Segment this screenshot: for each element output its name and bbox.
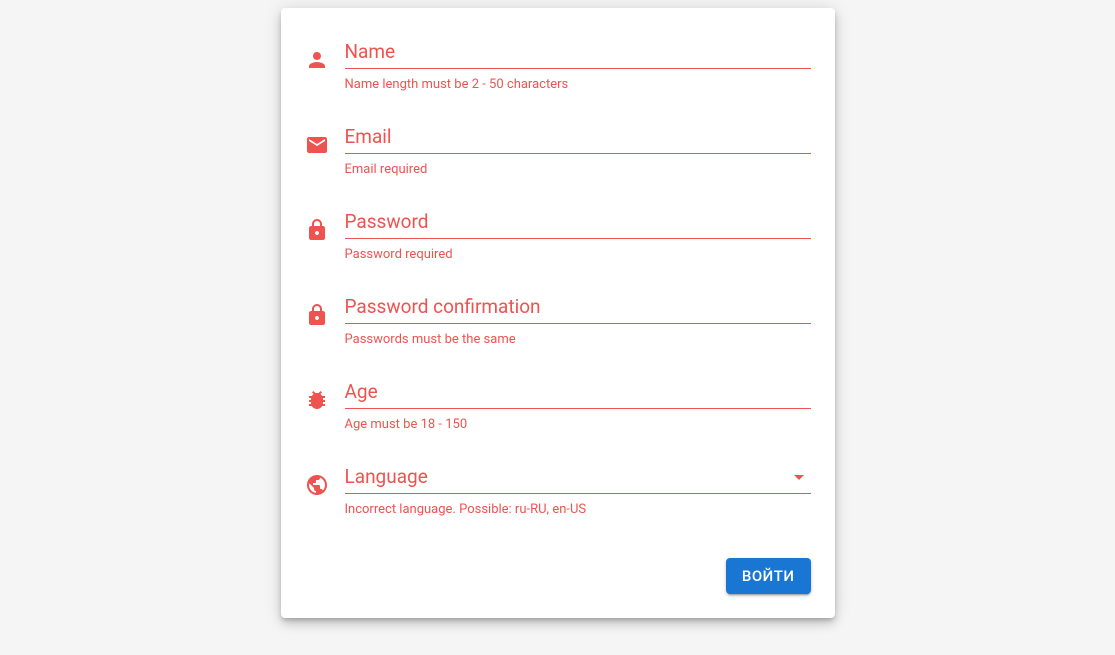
email-icon: [305, 133, 329, 157]
name-field-body: Name Name length must be 2 - 50 characte…: [345, 28, 811, 105]
age-label: Age: [345, 380, 378, 404]
name-input[interactable]: Name: [345, 40, 811, 69]
language-select[interactable]: Language: [345, 465, 811, 494]
name-field-row: Name Name length must be 2 - 50 characte…: [305, 28, 811, 105]
language-field-body: Language Incorrect language. Possible: r…: [345, 453, 811, 530]
name-error: Name length must be 2 - 50 characters: [345, 77, 811, 93]
password-input[interactable]: Password: [345, 210, 811, 239]
language-field-row: Language Incorrect language. Possible: r…: [305, 453, 811, 530]
password-confirm-field-row: Password confirmation Passwords must be …: [305, 283, 811, 360]
language-label: Language: [345, 465, 428, 489]
password-confirm-error: Passwords must be the same: [345, 332, 811, 348]
lock-icon: [305, 218, 329, 242]
password-field-body: Password Password required: [345, 198, 811, 275]
email-field-body: Email Email required: [345, 113, 811, 190]
password-confirm-field-body: Password confirmation Passwords must be …: [345, 283, 811, 360]
age-input[interactable]: Age: [345, 380, 811, 409]
language-icon: [305, 473, 329, 497]
bug-icon: [305, 388, 329, 412]
password-confirm-input[interactable]: Password confirmation: [345, 295, 811, 324]
form-actions: ВОЙТИ: [305, 558, 811, 594]
age-error: Age must be 18 - 150: [345, 417, 811, 433]
submit-button[interactable]: ВОЙТИ: [726, 558, 811, 594]
signup-card: Name Name length must be 2 - 50 characte…: [281, 8, 835, 618]
age-field-row: Age Age must be 18 - 150: [305, 368, 811, 445]
password-field-row: Password Password required: [305, 198, 811, 275]
email-field-row: Email Email required: [305, 113, 811, 190]
language-error: Incorrect language. Possible: ru-RU, en-…: [345, 502, 811, 518]
name-label: Name: [345, 40, 396, 64]
password-label: Password: [345, 210, 429, 234]
password-error: Password required: [345, 247, 811, 263]
email-input[interactable]: Email: [345, 125, 811, 154]
email-error: Email required: [345, 162, 811, 178]
email-label: Email: [345, 125, 392, 149]
age-field-body: Age Age must be 18 - 150: [345, 368, 811, 445]
lock-icon: [305, 303, 329, 327]
person-icon: [305, 48, 329, 72]
chevron-down-icon: [787, 465, 811, 489]
password-confirm-label: Password confirmation: [345, 295, 541, 319]
